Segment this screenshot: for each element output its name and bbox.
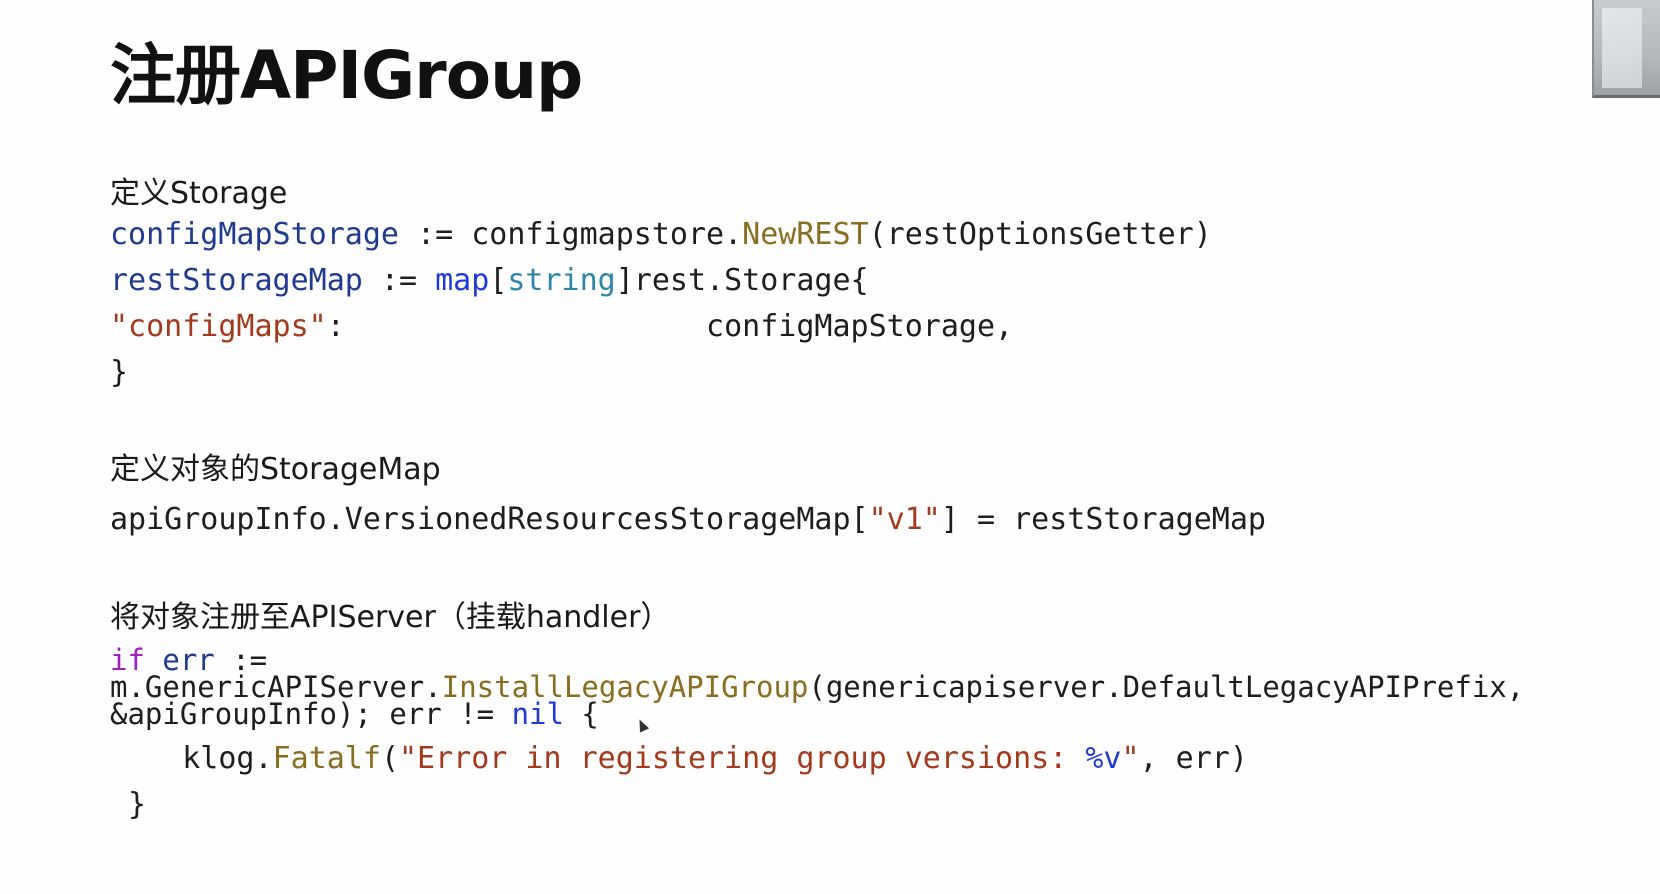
code-line: configMapStorage := configmapstore.NewRE…	[110, 220, 1212, 250]
code-token: klog.	[110, 741, 273, 776]
code-token: string	[507, 263, 616, 298]
code-token: configMapStorage	[110, 217, 399, 252]
code-token: : configMapStorage,	[326, 309, 1014, 344]
code-line: }	[110, 790, 146, 820]
slide-title: 注册APIGroup	[110, 37, 583, 114]
code-token: }	[110, 787, 147, 822]
code-token: apiGroupInfo.VersionedResourcesStorageMa…	[110, 502, 869, 537]
code-token: NewREST	[742, 217, 869, 252]
code-token: [	[489, 263, 508, 298]
code-token: (	[380, 741, 399, 776]
code-line: klog.Fatalf("Error in registering group …	[110, 744, 1248, 774]
code-line: &apiGroupInfo); err != nil {	[110, 700, 599, 729]
section-heading-define-storagemap: 定义对象的StorageMap	[110, 452, 441, 487]
presentation-slide: 注册APIGroup 定义Storage configMapStorage :=…	[0, 0, 1660, 894]
webcam-image	[1602, 8, 1642, 88]
code-token: Fatalf	[272, 741, 381, 776]
code-token: ]rest.Storage{	[615, 263, 869, 298]
code-token: }	[110, 355, 129, 390]
code-token: %v	[1085, 741, 1122, 776]
code-token: {	[563, 697, 599, 731]
code-token: "v1"	[868, 502, 941, 537]
code-token: := configmapstore.	[398, 217, 743, 252]
code-token: ] = restStorageMap	[940, 502, 1266, 537]
section-heading-register-apiserver: 将对象注册至APIServer（挂载handler）	[110, 600, 671, 635]
code-token: restStorageMap	[110, 263, 363, 298]
code-line: restStorageMap := map[string]rest.Storag…	[110, 266, 869, 296]
mouse-cursor-icon	[634, 717, 650, 733]
code-token: (genericapiserver.DefaultLegacyAPIPrefix…	[808, 670, 1525, 704]
code-token: "Error in registering group versions:	[399, 741, 1086, 776]
code-token: "configMaps"	[110, 309, 327, 344]
section-heading-define-storage: 定义Storage	[110, 176, 288, 211]
code-line: }	[110, 358, 128, 388]
code-token: nil	[511, 697, 564, 731]
code-token: :=	[362, 263, 436, 298]
code-token: &apiGroupInfo); err !=	[110, 697, 512, 731]
webcam-thumbnail	[1592, 0, 1660, 98]
code-token: (restOptionsGetter)	[868, 217, 1212, 252]
code-token: "	[1121, 741, 1140, 776]
code-token: map	[435, 263, 490, 298]
code-line: apiGroupInfo.VersionedResourcesStorageMa…	[110, 505, 1266, 535]
code-line: "configMaps": configMapStorage,	[110, 312, 1013, 342]
code-token: , err)	[1139, 741, 1248, 776]
